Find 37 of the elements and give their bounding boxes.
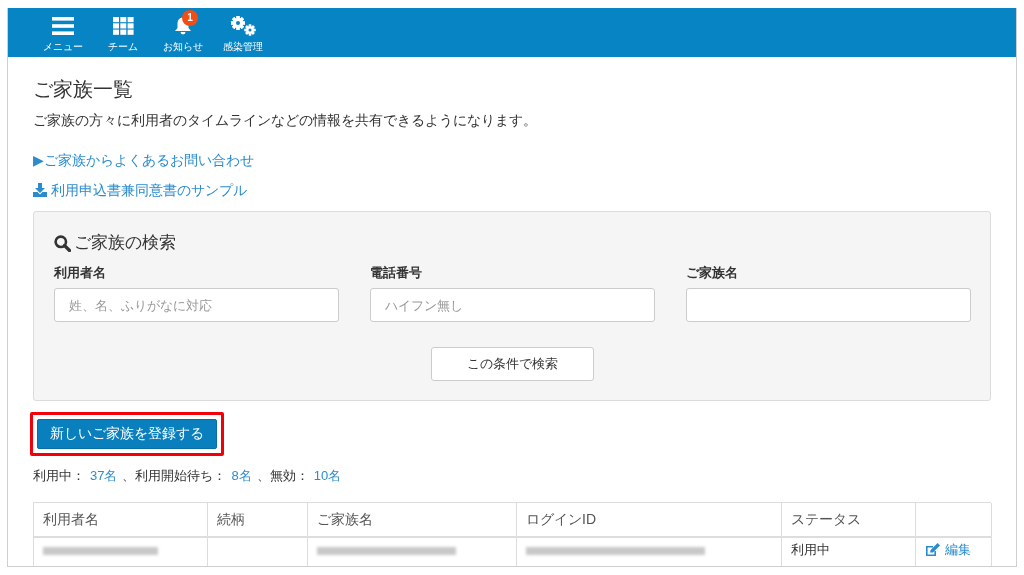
status-text: 利用中 bbox=[791, 542, 830, 557]
column-header: ご家族名 bbox=[308, 503, 517, 538]
count-link[interactable]: 8名 bbox=[231, 467, 252, 485]
text-field[interactable]: ハイフン無し bbox=[370, 288, 655, 322]
column-header: ログインID bbox=[517, 503, 782, 538]
edit-icon bbox=[925, 542, 941, 557]
nav-item[interactable]: 感染管理 bbox=[217, 8, 269, 53]
search-icon bbox=[54, 234, 71, 252]
download-icon bbox=[33, 183, 47, 197]
field-label: ご家族名 bbox=[686, 265, 739, 281]
nav-item[interactable]: チーム bbox=[97, 8, 149, 53]
download-link[interactable]: 利用申込書兼同意書のサンプル bbox=[33, 180, 247, 200]
page-title: ご家族一覧 bbox=[33, 77, 134, 102]
notification-badge: 1 bbox=[182, 10, 198, 26]
column-header: 続柄 bbox=[208, 503, 308, 538]
column-header: 利用者名 bbox=[34, 503, 208, 538]
edit-link[interactable]: 編集 bbox=[925, 541, 971, 558]
nav-item[interactable]: メニュー bbox=[37, 8, 89, 53]
field-label: 利用者名 bbox=[54, 265, 107, 281]
menu-icon bbox=[52, 17, 74, 35]
column-header: ステータス bbox=[782, 503, 916, 538]
text-field[interactable]: 姓、名、ふりがなに対応 bbox=[54, 288, 339, 322]
page-description: ご家族の方々に利用者のタイムラインなどの情報を共有できるようになります。 bbox=[33, 111, 538, 130]
field-label: 電話番号 bbox=[370, 265, 423, 281]
text-field[interactable] bbox=[686, 288, 971, 322]
count-label: 、利用開始待ち： bbox=[122, 467, 227, 485]
count-label: 利用中： bbox=[33, 467, 85, 485]
count-link[interactable]: 37名 bbox=[90, 467, 118, 485]
grid-icon bbox=[112, 17, 134, 35]
faq-toggle-link[interactable]: ▶ご家族からよくあるお問い合わせ bbox=[33, 150, 254, 170]
count-label: 、無効： bbox=[256, 467, 309, 485]
panel-title: ご家族の検索 bbox=[74, 232, 176, 254]
gears-icon bbox=[230, 16, 256, 36]
register-button[interactable]: 新しいご家族を登録する bbox=[37, 419, 217, 449]
search-button[interactable]: この条件で検索 bbox=[431, 347, 594, 381]
nav-item[interactable]: 1 お知らせ bbox=[157, 8, 209, 53]
count-link[interactable]: 10名 bbox=[313, 467, 342, 485]
